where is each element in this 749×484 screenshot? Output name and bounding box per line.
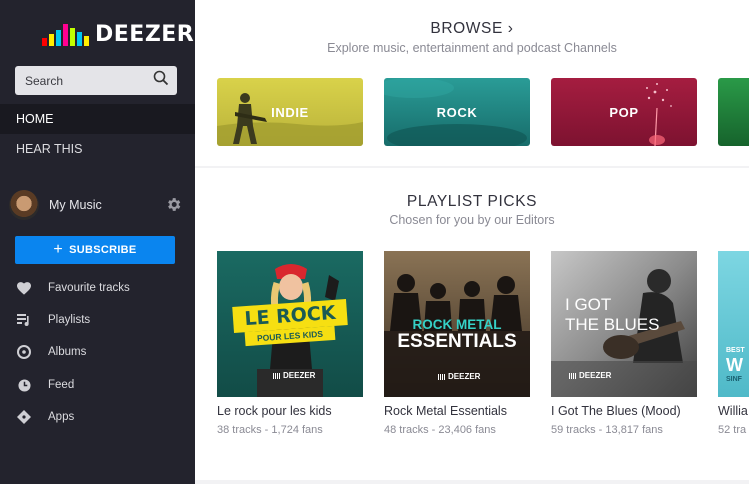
cover-le-rock-line2: POUR LES KIDS — [256, 328, 324, 344]
avatar[interactable] — [9, 190, 39, 220]
cover-rock-metal-badge: DEEZER — [448, 372, 481, 381]
apps-icon — [16, 409, 32, 425]
subscribe-label: SUBSCRIBE — [69, 244, 137, 256]
nav-hear-this-label: HEAR THIS — [16, 142, 83, 156]
playlist-cover-le-rock[interactable]: LE ROCK POUR LES KIDS DEEZER — [217, 251, 363, 397]
channel-indie-label: INDIE — [271, 104, 309, 120]
playlist-meta: 48 tracks - 23,406 fans — [384, 424, 496, 436]
plus-icon: + — [53, 241, 64, 258]
subscribe-button[interactable]: + SUBSCRIBE — [15, 236, 175, 264]
playlist-cover-rock-metal[interactable]: ROCK METAL ESSENTIALS DEEZER — [384, 251, 530, 397]
nav-home-label: HOME — [16, 112, 54, 126]
sidebar-item-favourite-tracks[interactable]: Favourite tracks — [0, 275, 195, 301]
cover-badge: DEEZER — [569, 371, 611, 380]
deezer-small-icon — [273, 372, 281, 379]
playlist-title[interactable]: I Got The Blues (Mood) — [551, 404, 711, 418]
gear-icon[interactable] — [165, 196, 182, 218]
channel-rock[interactable]: ROCK — [384, 78, 530, 146]
nav-hear-this[interactable]: HEAR THIS — [0, 134, 195, 164]
cover-partial-line2: W — [726, 355, 743, 375]
playlist-meta: 38 tracks - 1,724 fans — [217, 424, 323, 436]
browse-title[interactable]: BROWSE › — [195, 20, 749, 38]
apps-label: Apps — [48, 411, 75, 423]
sidebar: DEEZER HOME HEAR THIS My Music + SUBSCRI… — [0, 0, 195, 484]
playlist-cover-blues[interactable]: I GOT THE BLUES DEEZER — [551, 251, 697, 397]
my-music-label: My Music — [49, 198, 102, 212]
deezer-logo[interactable]: DEEZER — [42, 22, 194, 46]
albums-label: Albums — [48, 346, 87, 358]
playlist-cover-partial[interactable]: BEST W SINF — [718, 251, 749, 397]
playlist-icon — [16, 312, 32, 328]
sidebar-item-apps[interactable]: Apps — [0, 404, 195, 430]
playlist-picks-title: PLAYLIST PICKS — [406, 193, 538, 210]
channel-pop[interactable]: POP — [551, 78, 697, 146]
channel-rock-label: ROCK — [436, 104, 478, 120]
nav-home[interactable]: HOME — [0, 104, 195, 134]
sidebar-item-playlists[interactable]: Playlists — [0, 307, 195, 333]
search-box[interactable] — [15, 66, 177, 95]
cover-partial-line1: BEST — [726, 347, 745, 354]
feed-label: Feed — [48, 379, 75, 391]
clock-icon — [16, 377, 32, 393]
cover-blues-badge: DEEZER — [579, 371, 612, 380]
playlist-picks-subtitle: Chosen for you by our Editors — [389, 213, 555, 227]
channel-indie[interactable]: INDIE — [217, 78, 363, 146]
cover-le-rock-badge: DEEZER — [283, 371, 316, 380]
playlist-title[interactable]: Willia — [718, 404, 749, 418]
cover-badge: DEEZER — [273, 371, 315, 380]
album-icon — [16, 344, 32, 360]
search-input[interactable] — [25, 73, 145, 88]
logo-text: DEEZER — [95, 22, 195, 47]
sidebar-item-albums[interactable]: Albums — [0, 339, 195, 365]
search-icon[interactable] — [153, 70, 169, 91]
cover-badge: DEEZER — [438, 372, 480, 381]
playlist-title[interactable]: Rock Metal Essentials — [384, 404, 544, 418]
equalizer-logo-icon — [42, 24, 89, 46]
playlist-meta: 59 tracks - 13,817 fans — [551, 424, 663, 436]
cover-rock-metal-line1: ROCK METAL — [412, 317, 502, 332]
playlist-title[interactable]: Le rock pour les kids — [217, 404, 377, 418]
my-music[interactable]: My Music — [0, 187, 195, 223]
browse-subtitle: Explore music, entertainment and podcast… — [327, 41, 617, 55]
favourite-tracks-label: Favourite tracks — [48, 282, 130, 294]
channel-pop-label: POP — [609, 104, 639, 120]
cover-blues-line1: I GOT — [565, 295, 612, 314]
main-content: BROWSE › Explore music, entertainment an… — [195, 0, 749, 484]
deezer-small-icon — [569, 372, 577, 379]
cover-partial-line3: SINF — [726, 376, 742, 383]
cover-rock-metal-line2: ESSENTIALS — [397, 331, 517, 352]
cover-blues-line2: THE BLUES — [565, 315, 660, 334]
playlists-label: Playlists — [48, 314, 91, 326]
sidebar-item-feed[interactable]: Feed — [0, 372, 195, 398]
channel-partial[interactable] — [718, 78, 749, 146]
playlist-meta: 52 tra — [718, 424, 747, 436]
heart-icon — [16, 280, 32, 296]
deezer-small-icon — [438, 373, 446, 380]
